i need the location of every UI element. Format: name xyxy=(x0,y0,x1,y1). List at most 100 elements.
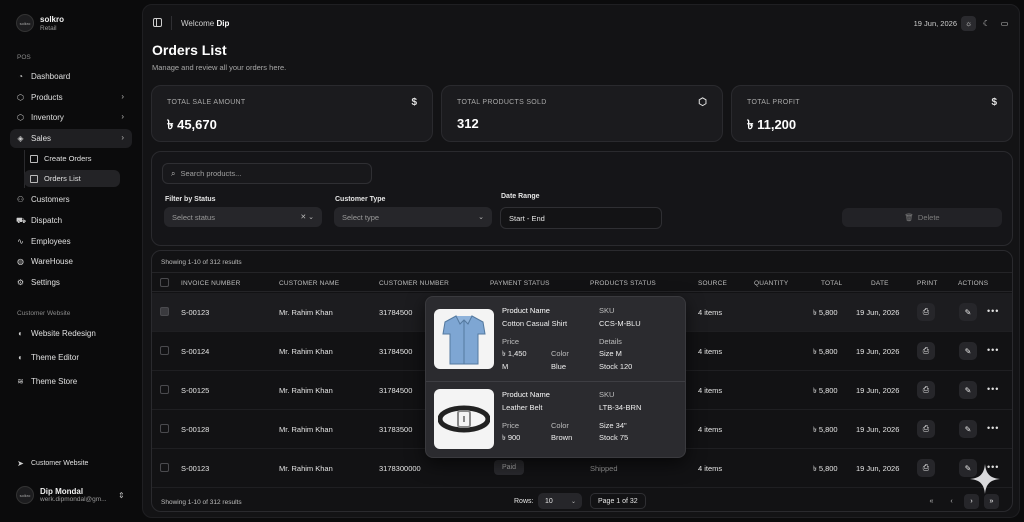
sidebar-item-label: Settings xyxy=(31,278,60,287)
price-label: Price xyxy=(502,421,520,430)
brand-logo: solkro xyxy=(16,14,34,32)
cell-total: ৳ 5,800 xyxy=(813,464,838,473)
sidebar-item-warehouse[interactable]: ◍ WareHouse xyxy=(10,252,132,271)
palette-icon: ◐ xyxy=(18,353,23,362)
cell-customer-name: Mr. Rahim Khan xyxy=(279,347,333,356)
sidebar-item-sales[interactable]: ◈ Sales › xyxy=(10,129,132,148)
sidebar-item-website-redesign[interactable]: ◐ Website Redesign xyxy=(10,324,132,343)
sidebar-item-theme-editor[interactable]: ◐ Theme Editor xyxy=(10,348,132,367)
next-page-button[interactable]: › xyxy=(964,494,979,509)
edit-button[interactable]: ✎ xyxy=(959,420,977,438)
cell-customer-number: 31784500 xyxy=(379,347,413,356)
sidebar-item-employees[interactable]: ∿ Employees xyxy=(10,232,132,251)
customer-type-select[interactable]: Select type ⌄ xyxy=(334,207,492,227)
more-options-icon[interactable]: ••• xyxy=(987,345,999,355)
sidebar-toggle-icon[interactable] xyxy=(153,18,162,27)
stat-card-total-profit: TOTAL PROFIT ৳ 11,200 $ xyxy=(731,85,1013,142)
row-checkbox[interactable] xyxy=(160,463,169,472)
col-customer-number[interactable]: CUSTOMER NUMBER xyxy=(379,280,449,287)
printer-icon: ⎙ xyxy=(922,385,930,394)
sparkle-icon[interactable] xyxy=(968,462,1002,496)
sidebar-item-dashboard[interactable]: ◔ Dashboard xyxy=(10,67,132,86)
chevron-updown-icon[interactable]: ⇕ xyxy=(118,491,125,500)
first-page-button[interactable]: « xyxy=(924,494,939,509)
light-mode-button[interactable]: ☼ xyxy=(961,16,976,31)
rows-per-page-select[interactable]: 10 ⌄ xyxy=(538,493,582,509)
filters-panel: ⌕ Search products... Filter by Status Se… xyxy=(151,151,1013,246)
edit-button[interactable]: ✎ xyxy=(959,303,977,321)
sidebar-subitem-orders-list[interactable]: Orders List xyxy=(24,170,120,187)
prev-page-button[interactable]: ‹ xyxy=(944,494,959,509)
col-invoice[interactable]: INVOICE NUMBER xyxy=(181,280,241,287)
warehouse-icon: ◍ xyxy=(17,257,24,266)
row-checkbox[interactable] xyxy=(160,346,169,355)
edit-button[interactable]: ✎ xyxy=(959,381,977,399)
results-count-footer: Showing 1-10 of 312 results xyxy=(161,499,242,506)
search-input[interactable]: ⌕ Search products... xyxy=(162,163,372,184)
more-options-icon[interactable]: ••• xyxy=(987,384,999,394)
print-button[interactable]: ⎙ xyxy=(917,420,935,438)
dark-mode-button[interactable]: ☾ xyxy=(979,16,994,31)
date-range-picker[interactable]: Start - End xyxy=(500,207,662,229)
stock-value: Stock 75 xyxy=(599,433,629,442)
sidebar-item-label: Employees xyxy=(31,237,71,246)
print-button[interactable]: ⎙ xyxy=(917,459,935,477)
dashboard-icon: ◔ xyxy=(18,72,23,81)
system-mode-button[interactable]: ▭ xyxy=(997,16,1012,31)
sidebar-item-label: Dashboard xyxy=(31,72,71,81)
sidebar-item-products[interactable]: ⬡ Products › xyxy=(10,88,132,107)
delete-button[interactable]: 🗑 Delete xyxy=(842,208,1002,227)
col-date[interactable]: DATE xyxy=(871,280,889,287)
printer-icon: ⎙ xyxy=(922,424,930,433)
pencil-icon: ✎ xyxy=(964,385,972,395)
col-quantity[interactable]: QUANTITY xyxy=(754,280,788,287)
row-checkbox[interactable] xyxy=(160,307,169,316)
sidebar-item-inventory[interactable]: ⬡ Inventory › xyxy=(10,108,132,127)
cell-customer-number: 31784500 xyxy=(379,308,413,317)
belt-image xyxy=(434,389,494,449)
print-button[interactable]: ⎙ xyxy=(917,342,935,360)
more-options-icon[interactable]: ••• xyxy=(987,306,999,316)
user-menu[interactable]: solkro Dip Mondal werk.dipmondal@gm... xyxy=(16,486,107,504)
col-products-status[interactable]: PRODUCTS STATUS xyxy=(590,280,656,287)
select-all-checkbox[interactable] xyxy=(160,278,169,287)
trash-icon: 🗑 xyxy=(904,213,914,222)
row-checkbox[interactable] xyxy=(160,424,169,433)
pencil-icon: ✎ xyxy=(964,307,972,317)
sidebar-item-customers[interactable]: ⚇ Customers xyxy=(10,190,132,209)
customer-type-label: Customer Type xyxy=(335,196,386,203)
sidebar-subitem-create-orders[interactable]: Create Orders xyxy=(24,150,120,167)
sidebar-item-theme-store[interactable]: ≋ Theme Store xyxy=(10,372,132,391)
product-name: Leather Belt xyxy=(502,403,543,412)
cell-source: 4 items xyxy=(698,308,723,317)
welcome-name: Dip xyxy=(216,19,230,28)
stock-value: Stock 120 xyxy=(599,362,633,371)
sidebar-item-label: Theme Editor xyxy=(31,353,80,362)
sidebar-link-customer-website[interactable]: ➤ Customer Website xyxy=(10,454,132,473)
status-select[interactable]: Select status ✕ ⌄ xyxy=(164,207,322,227)
print-button[interactable]: ⎙ xyxy=(917,381,935,399)
cell-source: 4 items xyxy=(698,464,723,473)
cell-total: ৳ 5,800 xyxy=(813,308,838,317)
sidebar-item-dispatch[interactable]: ⛟ Dispatch xyxy=(10,211,132,230)
page-title: Orders List xyxy=(152,42,227,58)
print-button[interactable]: ⎙ xyxy=(917,303,935,321)
col-customer-name[interactable]: CUSTOMER NAME xyxy=(279,280,339,287)
edit-button[interactable]: ✎ xyxy=(959,342,977,360)
brand[interactable]: solkro solkro Retail xyxy=(16,14,64,32)
last-page-button[interactable]: » xyxy=(984,494,999,509)
clear-chevron-icon[interactable]: ✕ ⌄ xyxy=(300,213,314,221)
palette-icon: ◐ xyxy=(18,329,23,338)
row-checkbox[interactable] xyxy=(160,385,169,394)
chevron-down-icon: ⌄ xyxy=(570,498,576,505)
more-options-icon[interactable]: ••• xyxy=(987,423,999,433)
col-payment-status[interactable]: PAYMENT STATUS xyxy=(490,280,550,287)
price-label: Price xyxy=(502,337,520,346)
price-value: ৳ 900 xyxy=(502,433,521,442)
col-source[interactable]: SOURCE xyxy=(698,280,727,287)
product-name-label: Product Name xyxy=(502,306,550,315)
col-print: PRINT xyxy=(917,280,938,287)
sidebar-item-settings[interactable]: ⚙ Settings xyxy=(10,273,132,292)
col-total[interactable]: TOTAL xyxy=(821,280,842,287)
cell-date: 19 Jun, 2026 xyxy=(856,308,900,317)
